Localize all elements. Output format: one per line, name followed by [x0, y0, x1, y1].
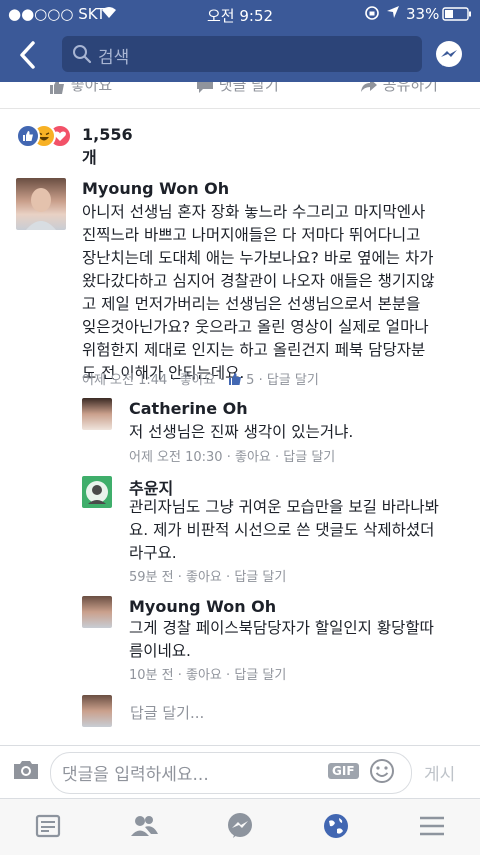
reply-time: 10분 전 — [129, 668, 174, 683]
thumbs-up-icon — [50, 82, 64, 94]
like-link[interactable]: 좋아요 — [186, 570, 222, 585]
nav-bar: 검색 — [0, 28, 480, 82]
tab-bar — [0, 798, 480, 855]
divider — [0, 108, 480, 109]
emoji-icon[interactable] — [369, 758, 395, 788]
messenger-button[interactable] — [434, 40, 464, 74]
reply-meta: 어제 오전 10:30 · 좋아요 · 답글 달기 — [129, 450, 336, 465]
tab-notifications[interactable] — [321, 811, 351, 841]
comment-author[interactable]: Myoung Won Oh — [82, 179, 229, 198]
avatar[interactable] — [82, 596, 112, 628]
search-box[interactable]: 검색 — [62, 36, 422, 72]
tab-friends[interactable] — [129, 811, 159, 841]
comment-time: 어제 오전 1:44 — [82, 373, 168, 388]
comment-text: 아니저 선생님 혼자 장화 놓느라 수그리고 마지막엔사 진찍느라 바쁘고 나머… — [82, 203, 435, 382]
news-feed-icon — [35, 814, 61, 838]
battery-percent: 33% — [406, 5, 440, 23]
comment-input[interactable]: 댓글을 입력하세요... — [62, 760, 209, 785]
reply-time: 59분 전 — [129, 570, 174, 585]
messenger-icon — [228, 813, 252, 838]
avatar[interactable] — [82, 476, 112, 508]
reply-text: 저 선생님은 진짜 생각이 있는거냐. — [129, 423, 354, 441]
battery-icon — [442, 7, 472, 25]
reply-time: 어제 오전 10:30 — [129, 450, 223, 465]
chevron-left-icon — [20, 41, 35, 69]
like-link[interactable]: 좋아요 — [180, 373, 216, 388]
reply-author[interactable]: Myoung Won Oh — [129, 597, 276, 616]
reply-author[interactable]: Catherine Oh — [129, 399, 248, 418]
like-link[interactable]: 좋아요 — [186, 668, 222, 683]
reply-text: 그게 경찰 페이스북담당자가 할일인지 황당할따 름이네요. — [129, 619, 434, 660]
person-photo-icon — [26, 188, 56, 230]
tab-more[interactable] — [417, 811, 447, 841]
carrier: ●●○○○ SKT — [8, 5, 106, 23]
comment-icon — [197, 82, 213, 93]
reply-meta: 59분 전 · 좋아요 · 답글 달기 — [129, 570, 287, 585]
post-action-row: 좋아요 댓글 달기 공유하기 — [0, 82, 480, 102]
reply-input[interactable]: 답글 달기... — [130, 702, 204, 723]
reply-link[interactable]: 답글 달기 — [267, 373, 319, 388]
avatar[interactable] — [82, 398, 112, 430]
tab-messenger[interactable] — [225, 811, 255, 841]
search-input[interactable]: 검색 — [98, 43, 129, 68]
menu-icon — [420, 816, 444, 836]
comment-meta: 어제 오전 1:44 · 좋아요 · 5 · 답글 달기 — [82, 373, 319, 388]
messenger-icon — [436, 41, 462, 67]
like-link[interactable]: 좋아요 — [235, 450, 271, 465]
wifi-icon — [100, 5, 118, 23]
gif-button[interactable]: GIF — [328, 763, 359, 779]
share-action[interactable]: 공유하기 — [360, 82, 438, 95]
like-action[interactable]: 좋아요 — [48, 82, 112, 95]
comment-composer: 댓글을 입력하세요... GIF 게시 — [0, 745, 480, 798]
cartoon-avatar-icon — [86, 481, 108, 504]
thumbs-up-icon — [228, 373, 242, 388]
avatar — [82, 695, 112, 727]
like-reaction-icon — [16, 124, 40, 148]
post-button[interactable]: 게시 — [424, 760, 455, 785]
reply-link[interactable]: 답글 달기 — [234, 570, 286, 585]
like-count: 5 — [246, 373, 255, 388]
reaction-count: 1,556개 — [82, 125, 133, 167]
location-icon — [386, 5, 400, 23]
avatar[interactable] — [16, 178, 66, 230]
camera-icon[interactable] — [12, 758, 40, 786]
reply-meta: 10분 전 · 좋아요 · 답글 달기 — [129, 668, 287, 683]
comment-action[interactable]: 댓글 달기 — [196, 82, 279, 95]
clock: 오전 9:52 — [207, 7, 274, 25]
friends-icon — [131, 816, 158, 836]
tab-news-feed[interactable] — [33, 811, 63, 841]
search-icon — [72, 44, 92, 68]
globe-icon — [324, 814, 348, 838]
back-button[interactable] — [14, 38, 42, 72]
share-icon — [361, 82, 377, 92]
reply-link[interactable]: 답글 달기 — [234, 668, 286, 683]
rotation-lock-icon — [364, 5, 380, 25]
reply-link[interactable]: 답글 달기 — [283, 450, 335, 465]
reply-text: 관리자님도 그냥 귀여운 모습만을 보길 바라나봐 요. 제가 비판적 시선으로… — [129, 498, 439, 562]
status-bar: ●●○○○ SKT 오전 9:52 33% — [0, 0, 480, 28]
